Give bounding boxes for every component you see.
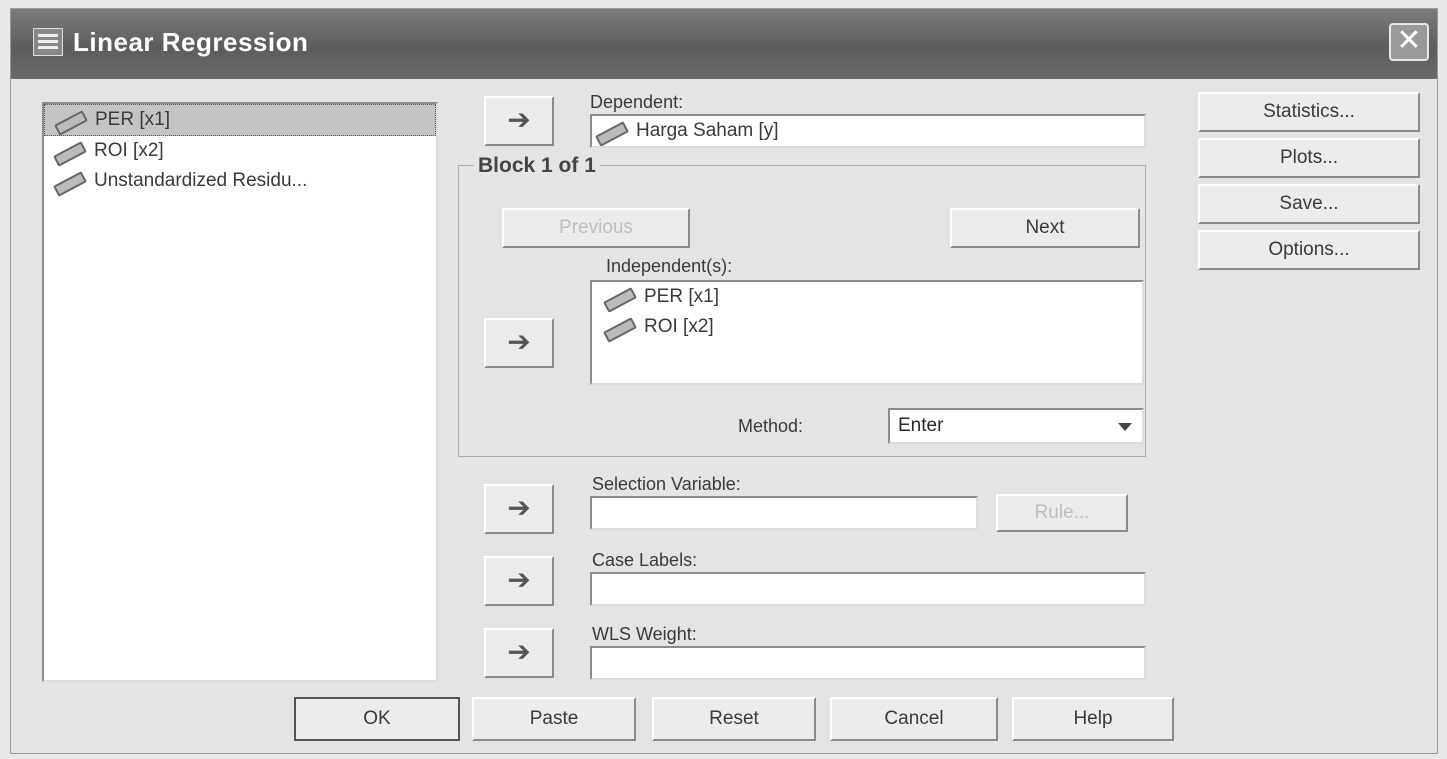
case-labels-label: Case Labels:	[592, 550, 698, 570]
wls-weight-field[interactable]	[590, 646, 1146, 680]
block-title: Block 1 of 1	[474, 154, 600, 178]
cancel-button[interactable]: Cancel	[830, 697, 998, 741]
ok-button[interactable]: OK	[294, 697, 460, 741]
scale-variable-icon	[592, 124, 628, 138]
move-to-dependent-button[interactable]: ➔	[484, 96, 554, 146]
scale-variable-icon	[51, 113, 87, 127]
selection-variable-field[interactable]	[590, 496, 978, 530]
move-to-case-labels-button[interactable]: ➔	[484, 556, 554, 606]
independent-label: PER [x1]	[644, 286, 719, 307]
dialog-title: Linear Regression	[73, 27, 309, 57]
method-value: Enter	[898, 415, 944, 436]
help-button[interactable]: Help	[1012, 697, 1174, 741]
selection-variable-label: Selection Variable:	[592, 474, 741, 494]
dependent-value: Harga Saham [y]	[636, 120, 779, 141]
close-button[interactable]: ✕	[1389, 23, 1429, 61]
scale-variable-icon	[50, 144, 86, 158]
method-select[interactable]: Enter	[888, 408, 1144, 444]
independents-list[interactable]: PER [x1] ROI [x2]	[590, 280, 1144, 385]
dependent-label: Dependent:	[590, 92, 684, 112]
variable-item-roi[interactable]: ROI [x2]	[44, 136, 436, 166]
title-bar: Linear Regression ✕	[11, 9, 1437, 79]
plots-button[interactable]: Plots...	[1198, 138, 1420, 178]
method-label: Method:	[738, 416, 804, 436]
independent-item-roi[interactable]: ROI [x2]	[592, 312, 1142, 342]
save-button[interactable]: Save...	[1198, 184, 1420, 224]
variable-label: ROI [x2]	[94, 140, 164, 161]
independent-label: ROI [x2]	[644, 316, 714, 337]
independent-item-per[interactable]: PER [x1]	[592, 282, 1142, 312]
dependent-field[interactable]: Harga Saham [y]	[590, 114, 1146, 148]
rule-button[interactable]: Rule...	[996, 494, 1128, 532]
case-labels-field[interactable]	[590, 572, 1146, 606]
scale-variable-icon	[50, 174, 86, 188]
previous-button[interactable]: Previous	[502, 208, 690, 248]
variable-item-residual[interactable]: Unstandardized Residu...	[44, 166, 436, 196]
variable-item-per[interactable]: PER [x1]	[44, 104, 436, 136]
next-button[interactable]: Next	[950, 208, 1140, 248]
dialog-icon	[33, 28, 63, 56]
reset-button[interactable]: Reset	[652, 697, 816, 741]
move-to-selection-button[interactable]: ➔	[484, 484, 554, 534]
scale-variable-icon	[600, 290, 636, 304]
variable-list[interactable]: PER [x1] ROI [x2] Unstandardized Residu.…	[42, 102, 438, 682]
dropdown-arrow-icon	[1118, 423, 1132, 431]
wls-weight-label: WLS Weight:	[592, 624, 697, 644]
variable-label: PER [x1]	[95, 109, 170, 130]
paste-button[interactable]: Paste	[472, 697, 636, 741]
scale-variable-icon	[600, 320, 636, 334]
statistics-button[interactable]: Statistics...	[1198, 92, 1420, 132]
independents-label: Independent(s):	[606, 256, 733, 276]
move-to-independents-button[interactable]: ➔	[484, 318, 554, 368]
options-button[interactable]: Options...	[1198, 230, 1420, 270]
move-to-wls-weight-button[interactable]: ➔	[484, 628, 554, 678]
variable-label: Unstandardized Residu...	[94, 170, 308, 191]
